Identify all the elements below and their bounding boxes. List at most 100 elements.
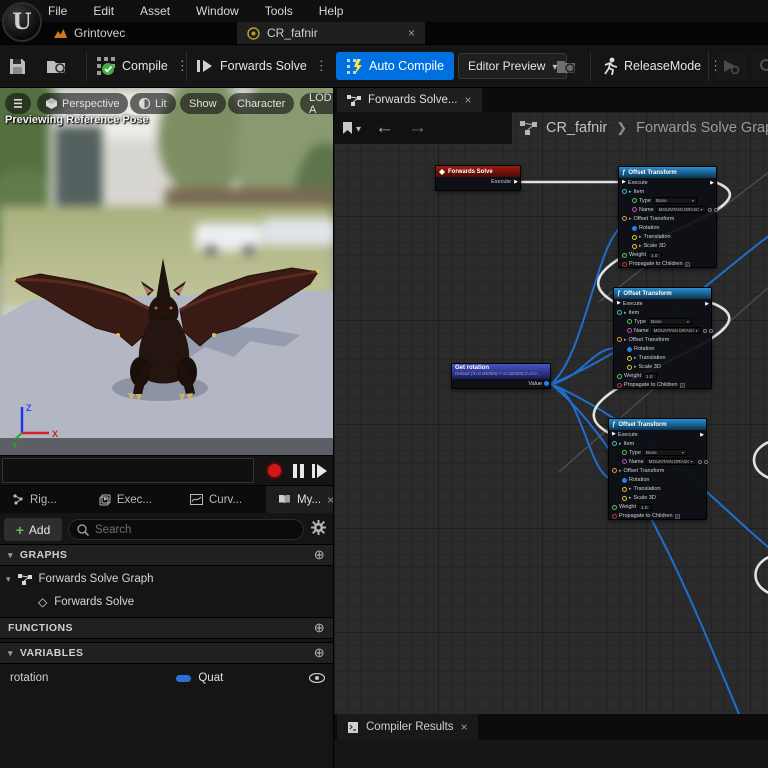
type-pin[interactable] bbox=[632, 198, 637, 203]
name-pin[interactable] bbox=[622, 459, 627, 464]
rotation-pin[interactable] bbox=[622, 478, 627, 483]
tab-grintovec[interactable]: Grintovec bbox=[44, 22, 135, 44]
variables-section-header[interactable]: VARIABLES bbox=[0, 642, 333, 664]
propagate-pin[interactable] bbox=[612, 514, 617, 519]
close-icon[interactable]: × bbox=[408, 27, 415, 39]
exec-out-pin[interactable]: ▶ bbox=[710, 180, 714, 186]
expand-icon[interactable] bbox=[629, 486, 632, 492]
value-out-pin[interactable] bbox=[544, 381, 549, 386]
release-mode-button[interactable]: ReleaseMode bbox=[600, 45, 724, 87]
translation-pin[interactable] bbox=[632, 235, 637, 240]
expand-icon[interactable] bbox=[619, 468, 622, 474]
tree-item-forwards-solve-graph[interactable]: Forwards Solve Graph bbox=[0, 568, 333, 590]
forward-button[interactable]: → bbox=[408, 117, 427, 139]
compile-button[interactable]: Compile bbox=[96, 45, 191, 87]
type-dropdown[interactable]: Bone bbox=[653, 197, 697, 204]
breadcrumb-current[interactable]: Forwards Solve Graph bbox=[636, 120, 768, 136]
expand-icon[interactable] bbox=[624, 337, 627, 343]
exec-in-pin[interactable]: ▶ bbox=[617, 301, 621, 306]
weight-input[interactable]: 1.0 bbox=[648, 252, 662, 259]
tab-rig[interactable]: Rig... bbox=[0, 486, 69, 513]
weight-input[interactable]: 1.0 bbox=[643, 373, 657, 380]
type-pin[interactable] bbox=[622, 450, 627, 455]
checkbox-checked[interactable]: ✓ bbox=[685, 262, 690, 267]
functions-section-header[interactable]: FUNCTIONS bbox=[0, 617, 333, 639]
use-selected-icon[interactable] bbox=[708, 208, 712, 212]
character-dropdown[interactable]: Character bbox=[228, 93, 294, 114]
lod-dropdown[interactable]: LOD A bbox=[300, 93, 333, 114]
compile-options-icon[interactable] bbox=[174, 58, 191, 74]
add-function-icon[interactable] bbox=[314, 620, 325, 636]
menu-edit[interactable]: Edit bbox=[93, 4, 114, 18]
lit-dropdown[interactable]: Lit bbox=[130, 93, 176, 114]
browse-icon[interactable] bbox=[709, 329, 713, 333]
transform-pin[interactable] bbox=[617, 337, 622, 342]
exec-out-pin[interactable]: ▶ bbox=[705, 301, 709, 307]
weight-pin[interactable] bbox=[612, 505, 617, 510]
offset-transform-node-2[interactable]: ƒOffset Transform ▶Execute▶ Item TypeBon… bbox=[613, 287, 712, 389]
browse-button[interactable] bbox=[46, 45, 68, 87]
name-dropdown[interactable]: MOUNTAIN DRAGON : Neck bbox=[656, 206, 706, 213]
name-pin[interactable] bbox=[627, 328, 632, 333]
type-pin[interactable] bbox=[627, 319, 632, 324]
expand-icon[interactable] bbox=[629, 495, 632, 501]
offset-transform-node-1[interactable]: ƒOffset Transform ▶Execute▶ Item TypeBon… bbox=[618, 166, 717, 268]
exec-out-pin[interactable]: ▶ bbox=[514, 179, 518, 185]
timeline-scrubber[interactable] bbox=[2, 458, 254, 483]
close-icon[interactable]: × bbox=[461, 721, 468, 733]
exec-in-pin[interactable]: ▶ bbox=[622, 180, 626, 185]
save-button[interactable] bbox=[8, 45, 27, 87]
transform-pin[interactable] bbox=[622, 216, 627, 221]
weight-pin[interactable] bbox=[617, 374, 622, 379]
expand-icon[interactable] bbox=[629, 189, 632, 195]
use-selected-icon[interactable] bbox=[698, 460, 702, 464]
weight-input[interactable]: 1.0 bbox=[638, 504, 652, 511]
transform-pin[interactable] bbox=[612, 468, 617, 473]
add-graph-icon[interactable] bbox=[314, 547, 325, 563]
tab-execution[interactable]: Exec... bbox=[87, 486, 164, 513]
tab-forwards-solve-graph[interactable]: Forwards Solve... × bbox=[337, 88, 482, 112]
step-forward-button[interactable] bbox=[312, 464, 327, 478]
name-dropdown[interactable]: MOUNTAIN DRAGON : Neck2 bbox=[646, 458, 696, 465]
menu-asset[interactable]: Asset bbox=[140, 4, 170, 18]
3d-viewport[interactable]: Z X Y Perspective Lit Show Character LOD… bbox=[0, 88, 333, 455]
expand-icon[interactable] bbox=[634, 364, 637, 370]
tab-cr-fafnir[interactable]: CR_fafnir × bbox=[237, 22, 425, 44]
menu-window[interactable]: Window bbox=[196, 4, 239, 18]
expand-icon[interactable] bbox=[619, 441, 622, 447]
get-rotation-node[interactable]: Get rotation Default (X=0.000000,Y=0.000… bbox=[451, 363, 551, 389]
forwards-solve-options-icon[interactable] bbox=[313, 58, 330, 74]
menu-tools[interactable]: Tools bbox=[265, 4, 293, 18]
item-pin[interactable] bbox=[617, 310, 622, 315]
translation-pin[interactable] bbox=[622, 487, 627, 492]
tab-curves[interactable]: Curv... bbox=[178, 486, 254, 513]
node-header[interactable]: Forwards Solve bbox=[436, 166, 520, 177]
perspective-dropdown[interactable]: Perspective bbox=[37, 93, 128, 114]
name-pin[interactable] bbox=[632, 207, 637, 212]
propagate-pin[interactable] bbox=[617, 383, 622, 388]
find-button[interactable] bbox=[752, 52, 768, 80]
back-button[interactable]: ← bbox=[375, 117, 394, 139]
tree-item-forwards-solve[interactable]: ◇ Forwards Solve bbox=[0, 591, 333, 613]
type-dropdown[interactable]: Bone bbox=[643, 449, 687, 456]
viewport-menu-button[interactable] bbox=[5, 93, 31, 114]
rotation-pin[interactable] bbox=[627, 347, 632, 352]
forwards-solve-button[interactable]: Forwards Solve bbox=[196, 45, 330, 87]
exec-out-pin[interactable]: ▶ bbox=[700, 432, 704, 438]
type-dropdown[interactable]: Bone bbox=[648, 318, 692, 325]
launch-button[interactable] bbox=[716, 52, 746, 80]
menu-help[interactable]: Help bbox=[319, 4, 344, 18]
close-icon[interactable]: × bbox=[464, 94, 471, 106]
search-box[interactable] bbox=[68, 519, 304, 540]
scale-pin[interactable] bbox=[622, 496, 627, 501]
item-pin[interactable] bbox=[612, 441, 617, 446]
record-button[interactable] bbox=[266, 462, 283, 479]
checkbox-checked[interactable]: ✓ bbox=[680, 383, 685, 388]
expand-icon[interactable] bbox=[634, 355, 637, 361]
settings-button[interactable] bbox=[310, 519, 327, 536]
scale-pin[interactable] bbox=[627, 365, 632, 370]
graphs-section-header[interactable]: GRAPHS bbox=[0, 544, 333, 566]
tab-compiler-results[interactable]: Compiler Results × bbox=[337, 714, 478, 740]
scale-pin[interactable] bbox=[632, 244, 637, 249]
editor-preview-dropdown[interactable]: Editor Preview bbox=[458, 53, 567, 79]
